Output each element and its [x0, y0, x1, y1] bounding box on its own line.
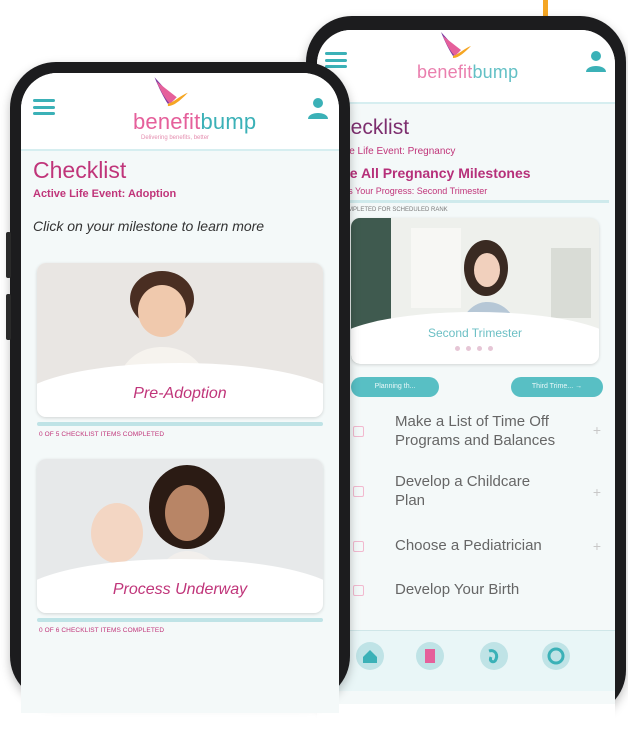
completed-note: COMPLETED FOR SCHEDULED RANK: [339, 207, 448, 213]
checkbox-icon[interactable]: [353, 585, 364, 596]
brand-name-part1: benefit: [417, 62, 473, 82]
hamburger-icon[interactable]: [325, 52, 347, 68]
milestone-card-pre-adoption[interactable]: Pre-Adoption: [37, 263, 323, 417]
page-title: Checklist: [33, 157, 127, 183]
plus-icon[interactable]: +: [593, 484, 601, 500]
brand-tagline: Delivering benefits, better: [141, 135, 210, 141]
next-milestone-label: Third Trime...: [531, 383, 574, 390]
document-icon[interactable]: [415, 641, 445, 671]
task-text: Make a List of Time Off Programs and Bal…: [395, 413, 556, 449]
user-icon[interactable]: [307, 97, 329, 119]
phone-side-button: [6, 232, 11, 278]
back-phone-screen: benefitbump hecklist ive Life Event: Pre…: [317, 30, 615, 730]
front-phone-screen: benefitbump Delivering benefits, better …: [21, 73, 339, 713]
front-phone: benefitbump Delivering benefits, better …: [6, 62, 350, 713]
progress-bar: [37, 422, 323, 426]
instruction-text: Click on your milestone to learn more: [33, 218, 265, 234]
previous-milestone-button[interactable]: Planning th...: [351, 377, 439, 397]
checkbox-icon[interactable]: [353, 541, 364, 552]
bird-logo-icon: [441, 32, 471, 58]
task-text: Choose a Pediatrician: [395, 537, 542, 554]
app-header: benefitbump Delivering benefits, better: [21, 73, 339, 151]
task-text: Develop a Childcare Plan: [395, 473, 531, 509]
back-phone: benefitbump hecklist ive Life Event: Pre…: [303, 16, 626, 730]
milestone-label: Pre-Adoption: [133, 385, 227, 402]
checkbox-icon[interactable]: [353, 486, 364, 497]
next-milestone-button[interactable]: Third Trime... →: [511, 377, 603, 397]
milestone-card-process-underway[interactable]: Process Underway: [37, 459, 323, 613]
back-app-body: hecklist ive Life Event: Pregnancy ee Al…: [317, 104, 615, 704]
back-app-header: benefitbump: [317, 30, 615, 104]
brand-logo: benefitbump: [133, 109, 256, 135]
hamburger-icon[interactable]: [33, 99, 55, 115]
bottom-tab-bar: [317, 630, 615, 691]
brand-name-part2: bump: [200, 109, 257, 134]
milestone-label: Second Trimester: [427, 326, 523, 340]
active-life-event: Active Life Event: Adoption: [33, 188, 177, 200]
user-icon[interactable]: [585, 50, 607, 72]
brand-name-part1: benefit: [133, 109, 201, 134]
progress-text: 0 OF 5 CHECKLIST ITEMS COMPLETED: [39, 431, 165, 438]
plus-icon[interactable]: +: [593, 422, 601, 438]
orange-accent-bar: [543, 0, 548, 16]
task-row[interactable]: Develop Your Birth: [343, 580, 611, 604]
home-icon[interactable]: [355, 641, 385, 671]
app-body: Checklist Active Life Event: Adoption Cl…: [21, 151, 339, 713]
checkbox-icon[interactable]: [353, 426, 364, 437]
carousel-dots[interactable]: [455, 346, 493, 351]
task-row[interactable]: Make a List of Time Off Programs and Bal…: [343, 412, 611, 452]
progress-text: 0 OF 6 CHECKLIST ITEMS COMPLETED: [39, 627, 165, 634]
divider: [339, 200, 609, 203]
progress-status: k's Your Progress: Second Trimester: [342, 186, 488, 196]
brand-name-part2: bump: [472, 62, 519, 82]
brand-logo: benefitbump: [417, 62, 518, 83]
arrow-right-icon: →: [575, 383, 583, 390]
support-icon[interactable]: [541, 641, 571, 671]
milestone-card-second-trimester[interactable]: Second Trimester: [351, 218, 599, 364]
plus-icon[interactable]: +: [593, 538, 601, 554]
progress-bar: [37, 618, 323, 622]
health-icon[interactable]: [479, 641, 509, 671]
task-row[interactable]: Develop a Childcare Plan +: [343, 472, 611, 512]
see-all-milestones-link[interactable]: ee All Pregnancy Milestones: [342, 165, 531, 181]
task-row[interactable]: Choose a Pediatrician +: [343, 536, 611, 560]
phone-side-button: [6, 294, 11, 340]
milestone-label: Process Underway: [112, 581, 248, 598]
active-life-event: ive Life Event: Pregnancy: [342, 146, 456, 157]
task-text: Develop Your Birth: [395, 581, 520, 598]
